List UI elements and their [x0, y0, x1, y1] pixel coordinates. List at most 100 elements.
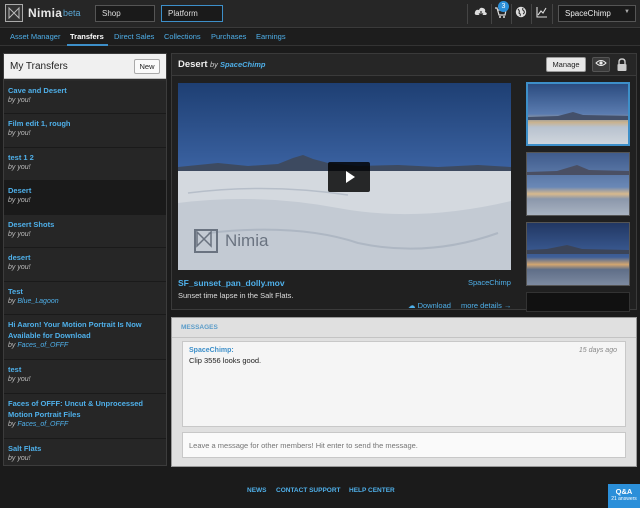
divider	[467, 4, 468, 24]
new-transfer-button[interactable]: New	[134, 59, 160, 74]
main-nav: Asset Manager Transfers Direct Sales Col…	[0, 29, 640, 46]
transfer-owner: by you!	[8, 231, 31, 238]
clip-owner-link[interactable]: SpaceChimp	[468, 278, 511, 287]
clip-name[interactable]: SF_sunset_pan_dolly.mov	[178, 278, 285, 288]
clip-thumbnail[interactable]	[526, 152, 630, 216]
transfer-title: Faces of OFFF: Uncut & Unprocessed Motio…	[8, 399, 144, 419]
transfer-owner: by you!	[8, 455, 31, 462]
transfer-owner: by you!	[8, 164, 31, 171]
message-text: Clip 3556 looks good.	[189, 356, 262, 365]
watermark-text: Nimia	[225, 231, 269, 250]
more-details-link[interactable]: more details →	[461, 301, 511, 310]
beta-badge: beta	[63, 8, 81, 18]
transfer-title: Hi Aaron! Your Motion Portrait Is Now Av…	[8, 320, 142, 340]
nimia-logo-icon[interactable]	[5, 4, 23, 22]
clip-thumbnail[interactable]	[526, 222, 630, 286]
transfer-item[interactable]: Film edit 1, rough by you!	[4, 114, 166, 148]
download-link[interactable]: ☁ Download	[408, 301, 451, 310]
transfer-item[interactable]: Faces of OFFF: Uncut & Unprocessed Motio…	[4, 394, 166, 439]
transfer-owner: by Faces_of_OFFF	[8, 342, 69, 349]
detail-header: Desert by SpaceChimp Manage	[172, 54, 636, 76]
detail-title: Desert	[178, 59, 208, 70]
owner-link[interactable]: Faces_of_OFFF	[17, 421, 68, 428]
transfer-title: Cave and Desert	[8, 86, 67, 95]
footer-contact-support-link[interactable]: CONTACT SUPPORT	[276, 487, 341, 494]
transfer-item[interactable]: Desert Shots by you!	[4, 215, 166, 248]
transfer-owner: by Faces_of_OFFF	[8, 421, 69, 428]
transfer-item[interactable]: Test by Blue_Lagoon	[4, 282, 166, 315]
transfer-owner: by you!	[8, 376, 31, 383]
nav-transfers[interactable]: Transfers	[70, 32, 104, 41]
qa-title: Q&A	[615, 487, 633, 496]
message-sender[interactable]: SpaceChimp:	[189, 347, 234, 354]
video-player[interactable]: Nimia	[178, 83, 511, 270]
nimia-logo-icon	[194, 229, 218, 253]
transfer-title: Desert	[8, 186, 32, 195]
manage-button[interactable]: Manage	[546, 57, 586, 72]
transfers-title: My Transfers	[10, 61, 68, 72]
nav-collections[interactable]: Collections	[164, 32, 201, 41]
transfers-header: My Transfers New	[4, 54, 166, 79]
lock-icon[interactable]	[616, 58, 628, 72]
transfer-item[interactable]: test by you!	[4, 360, 166, 394]
transfer-title: desert	[8, 253, 31, 262]
transfer-item[interactable]: test 1 2 by you!	[4, 148, 166, 181]
shop-tab[interactable]: Shop	[95, 5, 155, 22]
top-bar: Nimia beta Shop Platform 3 SpaceChimp ▼	[0, 0, 640, 28]
platform-tab[interactable]: Platform	[161, 5, 223, 22]
footer-help-center-link[interactable]: HELP CENTER	[349, 487, 395, 494]
transfer-owner: by you!	[8, 130, 31, 137]
transfer-title: Test	[8, 287, 23, 296]
nav-purchases[interactable]: Purchases	[211, 32, 246, 41]
nav-asset-manager[interactable]: Asset Manager	[10, 32, 60, 41]
message-time: 15 days ago	[578, 347, 617, 354]
footer-news-link[interactable]: NEWS	[247, 487, 267, 494]
transfer-item[interactable]: Cave and Desert by you!	[4, 81, 166, 114]
messages-panel: MESSAGES SpaceChimp: 15 days ago Clip 35…	[171, 317, 637, 467]
message-input[interactable]	[182, 432, 626, 458]
nav-earnings[interactable]: Earnings	[256, 32, 286, 41]
qa-button[interactable]: Q&A 21 answers	[608, 484, 640, 508]
transfer-item[interactable]: desert by you!	[4, 248, 166, 282]
nav-direct-sales[interactable]: Direct Sales	[114, 32, 154, 41]
transfer-owner: by you!	[8, 97, 31, 104]
transfer-title: Salt Flats	[8, 444, 42, 453]
play-icon[interactable]	[328, 162, 370, 192]
transfer-title: test	[8, 365, 22, 374]
active-tab-indicator	[67, 44, 108, 46]
eye-icon[interactable]	[592, 57, 610, 72]
transfer-item[interactable]: Salt Flats by you!	[4, 439, 166, 465]
brand-name[interactable]: Nimia	[28, 6, 62, 20]
globe-icon[interactable]	[512, 5, 530, 23]
transfer-title: Desert Shots	[8, 220, 55, 229]
cart-count-badge: 3	[498, 1, 509, 12]
transfer-owner: by you!	[8, 197, 31, 204]
owner-link[interactable]: Blue_Lagoon	[17, 298, 58, 305]
transfer-owner: by you!	[8, 264, 31, 271]
clip-description: Sunset time lapse in the Salt Flats.	[178, 291, 294, 300]
transfer-detail-panel: Desert by SpaceChimp Manage Nimia SF_sun…	[171, 53, 637, 312]
cloud-download-icon: ☁	[408, 301, 416, 310]
transfer-item[interactable]: Hi Aaron! Your Motion Portrait Is Now Av…	[4, 315, 166, 360]
detail-owner: by SpaceChimp	[210, 60, 266, 69]
video-watermark: Nimia	[194, 229, 268, 253]
message-item: SpaceChimp: 15 days ago Clip 3556 looks …	[182, 341, 626, 427]
cloud-download-icon[interactable]	[472, 5, 490, 23]
transfer-item-selected[interactable]: Desert by you!	[4, 181, 166, 215]
transfer-title: Film edit 1, rough	[8, 119, 71, 128]
divider	[531, 4, 532, 24]
clip-thumbnail[interactable]	[526, 82, 630, 146]
clip-thumbnail[interactable]	[526, 292, 630, 312]
owner-link[interactable]: SpaceChimp	[220, 60, 265, 69]
owner-link[interactable]: Faces_of_OFFF	[17, 342, 68, 349]
messages-header: MESSAGES	[172, 318, 636, 338]
chevron-down-icon: ▼	[624, 9, 630, 15]
transfers-panel: My Transfers New Cave and Desert by you!…	[3, 53, 167, 466]
qa-answers-count: 21 answers	[611, 496, 637, 502]
transfer-owner: by Blue_Lagoon	[8, 298, 59, 305]
user-menu[interactable]: SpaceChimp ▼	[558, 5, 636, 22]
user-name: SpaceChimp	[565, 9, 611, 18]
divider	[552, 4, 553, 24]
stats-chart-icon[interactable]	[533, 5, 551, 23]
transfer-title: test 1 2	[8, 153, 34, 162]
